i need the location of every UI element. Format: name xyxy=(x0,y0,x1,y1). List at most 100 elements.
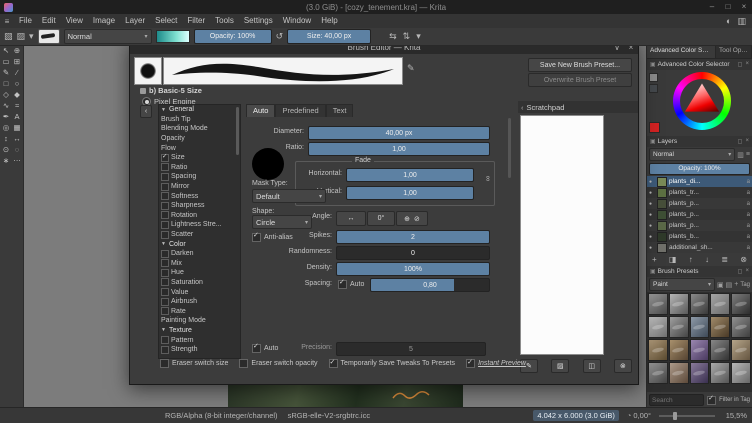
layer-thumbnail[interactable] xyxy=(657,242,667,253)
flip-horizontal-icon[interactable] xyxy=(402,215,412,223)
toolbox-tool-icon[interactable]: □ xyxy=(1,78,12,89)
brush-preset-thumbnail[interactable] xyxy=(689,339,710,361)
toolbox-tool-icon[interactable]: ↔ xyxy=(12,133,23,144)
layer-row[interactable]: plants_p... xyxy=(647,220,752,231)
brush-tip-tab[interactable]: Predefined xyxy=(275,104,326,117)
toolbar-icon[interactable]: ▾ xyxy=(29,29,34,44)
layer-action-icon[interactable]: ↑ xyxy=(689,255,693,264)
toolbox-tool-icon[interactable]: ▭ xyxy=(1,56,12,67)
toolbox-tool-icon[interactable]: ◎ xyxy=(1,122,12,133)
toolbox-tool-icon[interactable]: ↕ xyxy=(1,133,12,144)
option-checkbox[interactable] xyxy=(161,259,169,268)
zoom-slider-handle[interactable] xyxy=(673,411,677,420)
close-docker-icon[interactable] xyxy=(745,61,749,68)
scratchpad-action-icon[interactable]: ▨ xyxy=(551,359,570,373)
brush-tip-tab[interactable]: Text xyxy=(325,104,354,117)
layer-row[interactable]: plants_di... xyxy=(647,176,752,187)
alpha-lock-icon[interactable] xyxy=(747,201,750,207)
window-control-icon[interactable]: × xyxy=(736,0,752,14)
footer-checkbox[interactable] xyxy=(239,359,249,368)
alpha-lock-icon[interactable] xyxy=(747,179,750,185)
alpha-lock-icon[interactable] xyxy=(747,190,750,196)
brush-option-row[interactable]: Pattern xyxy=(159,335,240,345)
layer-visibility-icon[interactable] xyxy=(649,179,655,185)
option-checkbox[interactable] xyxy=(161,336,169,345)
layer-visibility-icon[interactable] xyxy=(649,234,655,240)
collapse-options-button[interactable] xyxy=(140,105,152,118)
brush-preset-thumbnail[interactable] xyxy=(689,316,710,338)
option-checkbox[interactable] xyxy=(161,182,169,191)
close-docker-icon[interactable] xyxy=(745,268,749,275)
layer-thumbnail[interactable] xyxy=(657,176,667,187)
brush-option-row[interactable]: Blending Mode xyxy=(159,124,240,134)
layer-visibility-icon[interactable] xyxy=(649,190,655,196)
footer-option[interactable]: Eraser switch size xyxy=(160,359,228,368)
footer-option[interactable]: Instant Preview xyxy=(466,358,526,368)
toolbox-tool-icon[interactable]: ↖ xyxy=(1,45,12,56)
toolbox-tool-icon[interactable]: ∗ xyxy=(1,155,12,166)
ratio-slider[interactable]: 1,00 xyxy=(308,142,490,156)
layer-row[interactable]: plants_p... xyxy=(647,209,752,220)
toolbox-tool-icon[interactable]: A xyxy=(12,111,23,122)
chain-link-icon[interactable] xyxy=(484,176,493,182)
menu-right-icon[interactable]: ◐ xyxy=(726,14,731,29)
layer-visibility-icon[interactable] xyxy=(649,245,655,251)
brush-preset-thumbnail[interactable] xyxy=(731,362,751,384)
toolbox-tool-icon[interactable]: ⋯ xyxy=(12,155,23,166)
toolbar-size-slider[interactable]: Size: 40,00 px xyxy=(287,29,372,44)
toolbar-icon[interactable]: ▧ xyxy=(4,29,13,44)
preset-view-icon[interactable]: + xyxy=(734,281,738,289)
layer-action-icon[interactable]: ⊗ xyxy=(740,255,747,264)
brush-preset-thumbnail[interactable] xyxy=(710,362,731,384)
option-checkbox[interactable] xyxy=(161,288,169,297)
brush-preset-thumbnail[interactable] xyxy=(668,293,689,315)
scratchpad-canvas[interactable] xyxy=(520,115,604,355)
menu-item[interactable]: Window xyxy=(278,14,316,28)
brush-option-row[interactable]: Hue xyxy=(159,268,240,278)
float-docker-icon[interactable] xyxy=(738,61,743,68)
footer-checkbox[interactable] xyxy=(328,358,338,368)
brush-tip-tab[interactable]: Auto xyxy=(246,104,276,117)
scratchpad-action-icon[interactable]: ◫ xyxy=(582,359,601,373)
toolbox-tool-icon[interactable]: ⊞ xyxy=(12,56,23,67)
mask-type-dropdown[interactable]: Default xyxy=(252,189,326,203)
window-titlebar[interactable]: (3.0 GiB) - [cozy_tenement.kra] — Krita … xyxy=(0,0,752,14)
brush-option-row[interactable]: Darken xyxy=(159,249,240,259)
canvas-rotation[interactable]: 0,00° xyxy=(627,411,651,420)
brush-option-row[interactable]: Strength xyxy=(159,345,240,355)
menu-right-icon[interactable]: ▥ xyxy=(737,14,746,29)
brush-option-row[interactable]: Opacity xyxy=(159,134,240,144)
brush-preset-thumbnail[interactable] xyxy=(648,362,668,384)
layer-thumbnail[interactable] xyxy=(657,220,667,231)
layer-action-icon[interactable]: + xyxy=(652,255,657,264)
brush-option-row[interactable]: Lightness Stre... xyxy=(159,220,240,230)
brush-option-row[interactable]: Brush Tip xyxy=(159,115,240,125)
option-checkbox[interactable] xyxy=(161,192,169,201)
preset-mode-dropdown[interactable]: Paint xyxy=(649,278,715,291)
precision-slider[interactable]: 5 xyxy=(336,342,486,356)
precision-auto-row[interactable]: Auto xyxy=(252,342,278,354)
alpha-lock-icon[interactable] xyxy=(747,223,750,229)
scratchpad-header[interactable]: Scratchpad xyxy=(518,101,638,113)
option-checkbox[interactable] xyxy=(161,345,169,354)
filter-layers-icon[interactable]: ▥ xyxy=(737,151,744,159)
brush-preset-thumbnail[interactable] xyxy=(731,339,751,361)
preset-search-input[interactable] xyxy=(649,394,705,406)
menu-item[interactable]: File xyxy=(14,14,37,28)
brush-preset-thumbnail[interactable] xyxy=(689,362,710,384)
docker-tab[interactable]: Advanced Color Sele... xyxy=(647,45,716,58)
menu-item[interactable]: Settings xyxy=(239,14,278,28)
toolbar-icon[interactable]: ▨ xyxy=(17,29,26,44)
brush-option-row[interactable]: Saturation xyxy=(159,278,240,288)
rename-preset-icon[interactable] xyxy=(407,63,415,74)
float-docker-icon[interactable] xyxy=(738,268,743,275)
brush-option-row[interactable]: Size xyxy=(159,152,240,163)
menu-item[interactable]: View xyxy=(61,14,88,28)
alpha-lock-icon[interactable] xyxy=(747,212,750,218)
angle-spinbox[interactable]: 0° xyxy=(367,211,395,226)
footer-checkbox[interactable] xyxy=(160,359,169,368)
toolbox-tool-icon[interactable]: ✎ xyxy=(1,67,12,78)
options-scrollbar[interactable] xyxy=(236,107,239,155)
brush-option-row[interactable]: Airbrush xyxy=(159,297,240,307)
brush-option-row[interactable]: Texture xyxy=(159,326,240,336)
